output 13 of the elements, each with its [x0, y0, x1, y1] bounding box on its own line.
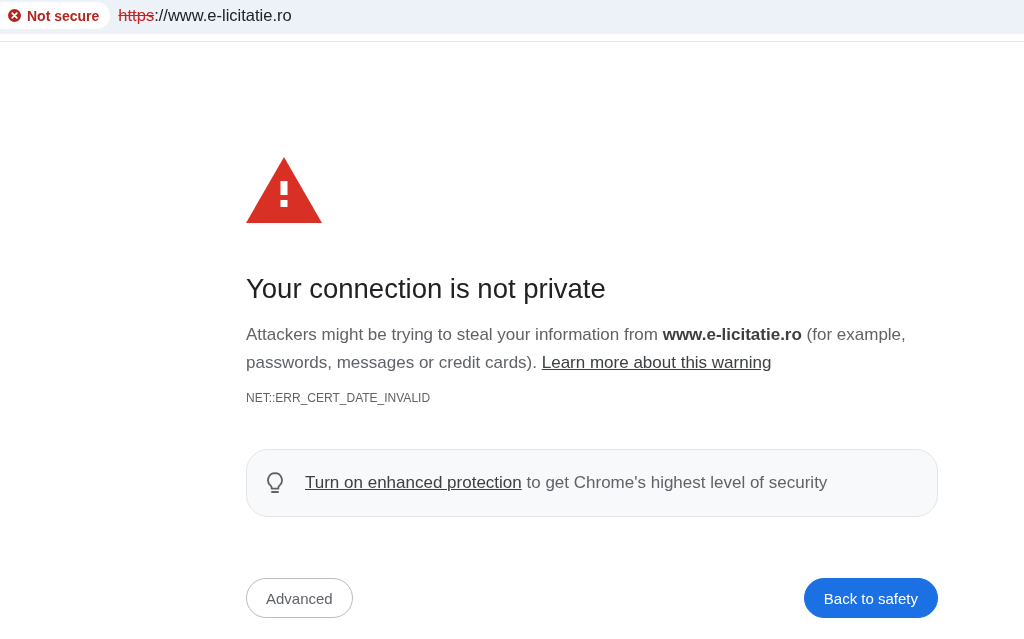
security-chip[interactable]: Not secure — [0, 2, 111, 29]
lightbulb-icon — [266, 472, 284, 494]
page-title: Your connection is not private — [246, 272, 607, 306]
warning-message: Attackers might be trying to steal your information from www.e-licitatie.ro (for example, passwords, messages or credit cards). Learn more about this warning — [246, 324, 907, 374]
learn-more-link[interactable]: Learn more about this warning — [541, 353, 772, 372]
protection-text: Turn on enhanced protection to get Chrome's highest level of security — [305, 473, 828, 493]
url-text[interactable]: https://www.e-licitatie.ro — [118, 6, 292, 25]
error-code: NET::ERR_CERT_DATE_INVALID — [246, 390, 432, 406]
back-button[interactable]: Back to safety — [803, 578, 938, 618]
error-icon — [8, 9, 21, 22]
advanced-button[interactable]: Advanced — [246, 578, 353, 618]
warning-icon — [246, 157, 322, 223]
enhanced-protection-link[interactable]: Turn on enhanced protection — [305, 473, 522, 492]
